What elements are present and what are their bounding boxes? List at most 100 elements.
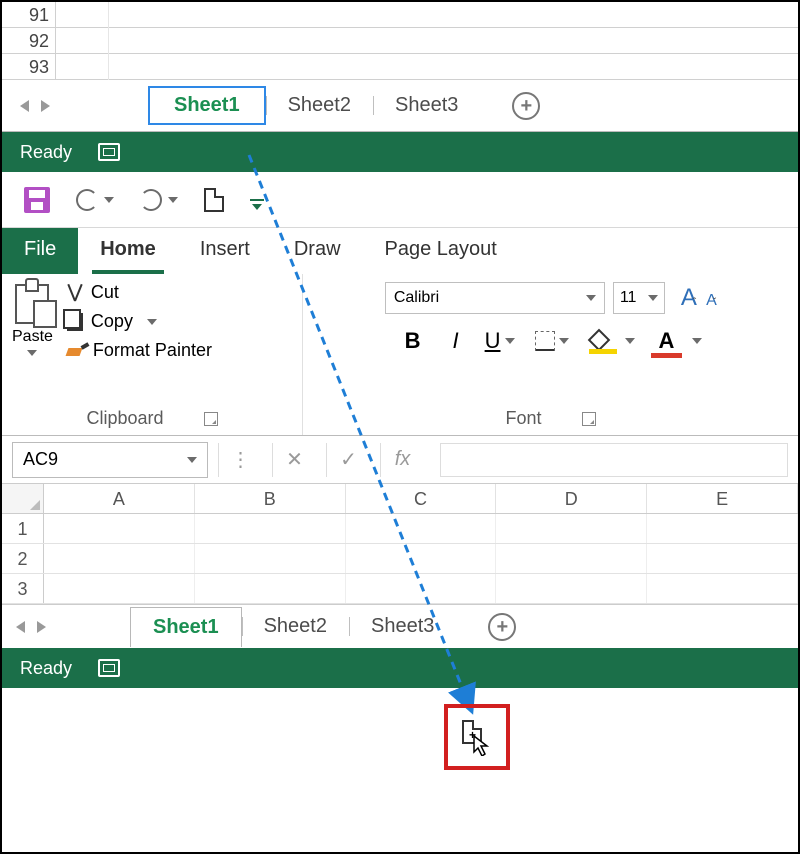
more-button[interactable]: ⋮ bbox=[218, 443, 262, 477]
row-header[interactable]: 3 bbox=[2, 574, 44, 603]
paste-label: Paste bbox=[12, 328, 53, 346]
dialog-launcher-icon[interactable] bbox=[582, 412, 596, 426]
scissors-icon bbox=[67, 283, 83, 303]
new-sheet-button[interactable]: + bbox=[512, 92, 540, 120]
cell[interactable] bbox=[647, 574, 798, 603]
sheet-tab-sheet2[interactable]: Sheet2 bbox=[242, 607, 349, 646]
name-box-value: AC9 bbox=[23, 449, 58, 470]
font-name-value: Calibri bbox=[394, 289, 439, 307]
bold-button[interactable]: B bbox=[399, 328, 427, 354]
copy-icon bbox=[67, 313, 83, 331]
row-header[interactable]: 91 bbox=[2, 2, 56, 27]
cell[interactable] bbox=[346, 544, 497, 573]
tab-home[interactable]: Home bbox=[78, 228, 178, 274]
column-header[interactable]: C bbox=[346, 484, 497, 513]
group-label: Font bbox=[505, 408, 541, 429]
row-header[interactable]: 1 bbox=[2, 514, 44, 543]
new-sheet-button[interactable]: + bbox=[488, 613, 516, 641]
cell[interactable] bbox=[346, 574, 497, 603]
ribbon-tab-strip: File Home Insert Draw Page Layout bbox=[2, 228, 798, 274]
font-size-dropdown[interactable]: 11 bbox=[613, 282, 665, 314]
ribbon: Paste Cut Copy Format Painter Clipboard … bbox=[2, 274, 798, 436]
decrease-font-button[interactable]: Aˇ bbox=[706, 292, 716, 310]
cell[interactable] bbox=[647, 514, 798, 543]
row-header[interactable]: 92 bbox=[2, 28, 56, 53]
format-painter-label: Format Painter bbox=[93, 340, 212, 361]
cancel-button[interactable]: ✕ bbox=[272, 443, 316, 477]
chevron-down-icon bbox=[559, 338, 569, 344]
column-header[interactable]: E bbox=[647, 484, 798, 513]
border-button[interactable] bbox=[535, 331, 569, 351]
macro-record-icon[interactable] bbox=[98, 143, 120, 161]
chevron-down-icon bbox=[147, 319, 157, 325]
column-header[interactable]: D bbox=[496, 484, 647, 513]
highlight-box bbox=[444, 704, 510, 770]
redo-button[interactable] bbox=[140, 189, 178, 211]
sheet-tab-sheet2[interactable]: Sheet2 bbox=[266, 86, 373, 125]
cell[interactable] bbox=[346, 514, 497, 543]
sheet-tab-sheet3[interactable]: Sheet3 bbox=[349, 607, 456, 646]
formula-bar-row: AC9 ⋮ ✕ ✓ fx bbox=[2, 436, 798, 484]
sheet-tab-sheet1[interactable]: Sheet1 bbox=[130, 607, 242, 647]
dialog-launcher-icon[interactable] bbox=[204, 412, 218, 426]
underline-button[interactable]: U bbox=[485, 328, 515, 354]
source-sheet-tab-strip: Sheet1 Sheet2 Sheet3 + bbox=[2, 80, 798, 132]
save-icon[interactable] bbox=[24, 187, 50, 213]
cell[interactable] bbox=[44, 574, 195, 603]
chevron-down-icon bbox=[187, 457, 197, 463]
cell[interactable] bbox=[647, 544, 798, 573]
tab-draw[interactable]: Draw bbox=[272, 228, 363, 274]
paste-button[interactable]: Paste bbox=[12, 282, 53, 356]
cell[interactable] bbox=[44, 544, 195, 573]
paste-icon bbox=[15, 284, 49, 324]
tab-scroll-left-icon[interactable] bbox=[20, 100, 29, 112]
cell[interactable] bbox=[496, 514, 647, 543]
font-size-value: 11 bbox=[620, 289, 637, 307]
copy-button[interactable]: Copy bbox=[67, 311, 212, 332]
cell[interactable] bbox=[195, 544, 346, 573]
quick-access-toolbar bbox=[2, 172, 798, 228]
italic-button[interactable]: I bbox=[446, 328, 464, 354]
row-header[interactable]: 93 bbox=[2, 54, 56, 79]
target-sheet-tab-strip: Sheet1 Sheet2 Sheet3 + bbox=[2, 604, 798, 648]
font-color-button[interactable]: A bbox=[655, 328, 703, 354]
enter-button[interactable]: ✓ bbox=[326, 443, 370, 477]
column-header[interactable]: B bbox=[195, 484, 346, 513]
fill-color-button[interactable] bbox=[589, 332, 635, 350]
tab-scroll-right-icon[interactable] bbox=[41, 100, 50, 112]
macro-record-icon[interactable] bbox=[98, 659, 120, 677]
customize-qat-icon[interactable] bbox=[250, 199, 264, 201]
name-box[interactable]: AC9 bbox=[12, 442, 208, 478]
increase-font-button[interactable]: Aˆ bbox=[681, 284, 696, 312]
touch-mode-icon[interactable] bbox=[204, 188, 224, 212]
tab-scroll-right-icon[interactable] bbox=[37, 621, 46, 633]
format-painter-button[interactable]: Format Painter bbox=[67, 340, 212, 361]
undo-button[interactable] bbox=[76, 189, 114, 211]
cut-label: Cut bbox=[91, 282, 119, 303]
group-font: Calibri 11 Aˆ Aˇ B I U A Font bbox=[302, 274, 798, 435]
column-header[interactable]: A bbox=[44, 484, 195, 513]
worksheet-grid: A B C D E 1 2 3 bbox=[2, 484, 798, 604]
cell[interactable] bbox=[44, 514, 195, 543]
drop-cursor-icon: + bbox=[462, 720, 490, 756]
cut-button[interactable]: Cut bbox=[67, 282, 212, 303]
select-all-corner[interactable] bbox=[2, 484, 44, 513]
chevron-down-icon bbox=[648, 295, 658, 301]
font-name-dropdown[interactable]: Calibri bbox=[385, 282, 605, 314]
tab-insert[interactable]: Insert bbox=[178, 228, 272, 274]
tab-scroll-left-icon[interactable] bbox=[16, 621, 25, 633]
tab-file[interactable]: File bbox=[2, 228, 78, 274]
sheet-tab-sheet3[interactable]: Sheet3 bbox=[373, 86, 480, 125]
cell[interactable] bbox=[195, 514, 346, 543]
cell[interactable] bbox=[496, 574, 647, 603]
formula-bar[interactable] bbox=[440, 443, 788, 477]
row-header[interactable]: 2 bbox=[2, 544, 44, 573]
insert-function-button[interactable]: fx bbox=[380, 443, 424, 477]
group-clipboard: Paste Cut Copy Format Painter Clipboard bbox=[2, 274, 302, 435]
cell[interactable] bbox=[195, 574, 346, 603]
cell[interactable] bbox=[496, 544, 647, 573]
tab-page-layout[interactable]: Page Layout bbox=[363, 228, 519, 274]
chevron-down-icon bbox=[692, 338, 702, 344]
sheet-tab-sheet1[interactable]: Sheet1 bbox=[148, 86, 266, 125]
chevron-down-icon bbox=[27, 350, 37, 356]
